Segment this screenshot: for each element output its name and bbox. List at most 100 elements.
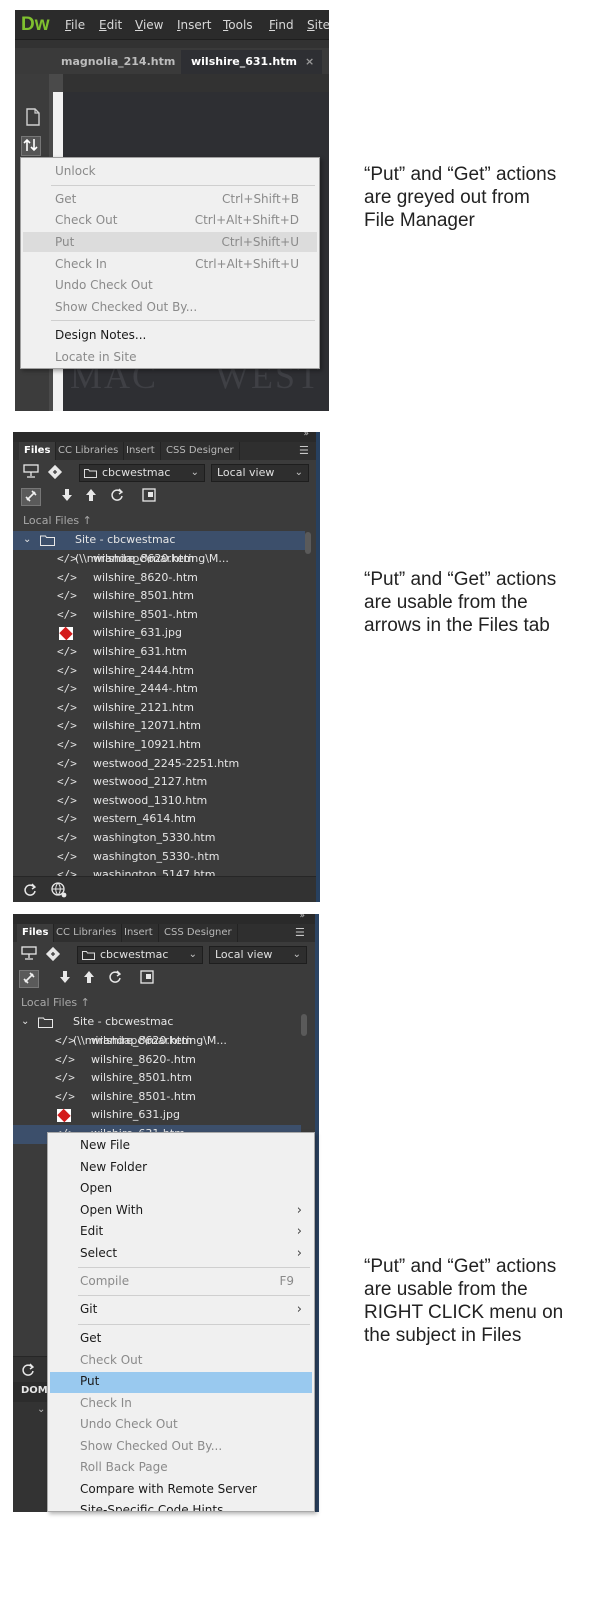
chevron-down-icon[interactable]: ⌄ bbox=[21, 1013, 29, 1032]
menu-show-checked-out-by[interactable]: Show Checked Out By... bbox=[80, 1436, 222, 1458]
menu-file[interactable]: File bbox=[65, 18, 85, 32]
menu-insert[interactable]: Insert bbox=[177, 18, 211, 32]
new-document-icon[interactable] bbox=[23, 108, 43, 128]
file-row[interactable]: </> wilshire_8620-.htm bbox=[13, 1051, 299, 1070]
site-root-row[interactable]: ⌄ Site - cbcwestmac (\\mirandapc\marketi… bbox=[13, 1013, 301, 1047]
menu-check-in[interactable]: Check In bbox=[55, 254, 107, 274]
connect-icon[interactable] bbox=[19, 970, 39, 988]
view-select[interactable]: Local view ⌄ bbox=[209, 946, 307, 964]
menu-compile[interactable]: Compile bbox=[80, 1271, 129, 1293]
menu-undo-check-out[interactable]: Undo Check Out bbox=[55, 275, 153, 295]
menu-design-notes[interactable]: Design Notes... bbox=[55, 325, 146, 345]
tab-insert[interactable]: Insert bbox=[119, 924, 159, 942]
git-icon[interactable] bbox=[45, 464, 65, 482]
menu-new-folder[interactable]: New Folder bbox=[80, 1157, 147, 1179]
menu-check-in[interactable]: Check In bbox=[80, 1393, 132, 1415]
file-row[interactable]: wilshire_631.jpg bbox=[13, 1106, 299, 1125]
panel-menu-icon[interactable]: ☰ bbox=[299, 444, 309, 457]
menu-get[interactable]: Get bbox=[80, 1328, 101, 1350]
file-row[interactable]: </> wilshire_12071.htm bbox=[13, 717, 303, 736]
tab-css-designer[interactable]: CSS Designer bbox=[161, 442, 240, 460]
close-icon[interactable]: × bbox=[305, 55, 314, 68]
expand-icon[interactable] bbox=[139, 488, 159, 506]
file-row[interactable]: </> wilshire_8620.htm bbox=[13, 1032, 299, 1051]
tab-insert[interactable]: Insert bbox=[121, 442, 161, 460]
get-arrow-icon[interactable] bbox=[57, 488, 77, 506]
menu-undo-check-out[interactable]: Undo Check Out bbox=[80, 1414, 178, 1436]
file-row[interactable]: wilshire_631.jpg bbox=[13, 624, 303, 643]
file-row[interactable]: </> westwood_2127.htm bbox=[13, 773, 303, 792]
refresh-icon[interactable] bbox=[21, 1363, 35, 1377]
chevron-down-icon[interactable]: ⌄ bbox=[37, 1404, 45, 1415]
local-files-header[interactable]: Local Files ↑ bbox=[21, 996, 90, 1009]
menu-unlock[interactable]: Unlock bbox=[55, 161, 96, 181]
file-row[interactable]: </> wilshire_8620.htm bbox=[13, 550, 303, 569]
menu-put[interactable]: Put bbox=[80, 1371, 99, 1393]
menu-site[interactable]: Site bbox=[307, 18, 329, 32]
tab-dom[interactable]: DOM bbox=[21, 1385, 48, 1396]
file-row[interactable]: </> wilshire_2121.htm bbox=[13, 699, 303, 718]
local-files-header[interactable]: Local Files ↑ bbox=[23, 514, 92, 527]
git-icon[interactable] bbox=[43, 946, 63, 964]
menu-compare-remote[interactable]: Compare with Remote Server bbox=[80, 1479, 257, 1501]
tab-files[interactable]: Files bbox=[17, 924, 55, 942]
file-row[interactable]: </> wilshire_8620-.htm bbox=[13, 569, 303, 588]
menu-show-checked-out-by[interactable]: Show Checked Out By... bbox=[55, 297, 197, 317]
file-row[interactable]: </> wilshire_2444-.htm bbox=[13, 680, 303, 699]
file-row[interactable]: </> wilshire_8501-.htm bbox=[13, 1088, 299, 1107]
refresh-icon[interactable] bbox=[23, 883, 37, 897]
file-row[interactable]: </> wilshire_8501-.htm bbox=[13, 606, 303, 625]
menu-select[interactable]: Select bbox=[80, 1243, 117, 1265]
refresh-icon[interactable] bbox=[107, 488, 127, 506]
site-select[interactable]: cbcwestmac ⌄ bbox=[79, 464, 205, 482]
manage-sites-icon[interactable] bbox=[19, 946, 39, 964]
put-arrow-icon[interactable] bbox=[79, 970, 99, 988]
collapse-icon[interactable]: » bbox=[299, 914, 305, 921]
get-arrow-icon[interactable] bbox=[55, 970, 75, 988]
menu-edit[interactable]: Edit bbox=[80, 1221, 103, 1243]
menu-locate-in-site[interactable]: Locate in Site bbox=[55, 347, 136, 367]
site-select[interactable]: cbcwestmac ⌄ bbox=[77, 946, 203, 964]
menu-get[interactable]: Get bbox=[55, 189, 76, 209]
globe-icon[interactable] bbox=[51, 882, 67, 898]
menu-roll-back-page[interactable]: Roll Back Page bbox=[80, 1457, 168, 1479]
chevron-down-icon[interactable]: ⌄ bbox=[23, 531, 31, 550]
put-arrow-icon[interactable] bbox=[81, 488, 101, 506]
connect-icon[interactable] bbox=[21, 488, 41, 506]
menu-check-out[interactable]: Check Out bbox=[55, 210, 117, 230]
menu-git[interactable]: Git bbox=[80, 1299, 97, 1321]
view-select[interactable]: Local view ⌄ bbox=[211, 464, 309, 482]
menu-check-out[interactable]: Check Out bbox=[80, 1350, 142, 1372]
file-row[interactable]: </> western_4614.htm bbox=[13, 810, 303, 829]
expand-icon[interactable] bbox=[137, 970, 157, 988]
manage-sites-icon[interactable] bbox=[21, 464, 41, 482]
menu-open[interactable]: Open bbox=[80, 1178, 112, 1200]
menu-tools[interactable]: Tools bbox=[223, 18, 253, 32]
file-row[interactable]: </> westwood_2245-2251.htm bbox=[13, 755, 303, 774]
panel-menu-icon[interactable]: ☰ bbox=[295, 926, 305, 939]
tab-wilshire[interactable]: wilshire_631.htm × bbox=[181, 50, 323, 74]
collapse-icon[interactable]: » bbox=[303, 432, 309, 439]
file-row[interactable]: </> wilshire_2444.htm bbox=[13, 662, 303, 681]
tab-files[interactable]: Files bbox=[19, 442, 57, 460]
file-row[interactable]: </> washington_5330.htm bbox=[13, 829, 303, 848]
site-root-row[interactable]: ⌄ Site - cbcwestmac (\\mirandapc\marketi… bbox=[13, 531, 305, 565]
file-row[interactable]: </> wilshire_631.htm bbox=[13, 643, 303, 662]
menu-view[interactable]: View bbox=[135, 18, 163, 32]
tab-magnolia[interactable]: magnolia_214.htm× bbox=[51, 50, 201, 74]
tab-cc-libraries[interactable]: CC Libraries bbox=[51, 924, 123, 942]
refresh-icon[interactable] bbox=[105, 970, 125, 988]
scrollbar-thumb[interactable] bbox=[305, 532, 311, 554]
file-row[interactable]: </> wilshire_8501.htm bbox=[13, 587, 303, 606]
menu-find[interactable]: Find bbox=[269, 18, 294, 32]
menu-site-specific-hints[interactable]: Site-Specific Code Hints bbox=[80, 1500, 223, 1511]
menu-new-file[interactable]: New File bbox=[80, 1135, 130, 1157]
file-row[interactable]: </> wilshire_10921.htm bbox=[13, 736, 303, 755]
menu-edit[interactable]: Edit bbox=[99, 18, 122, 32]
file-row[interactable]: </> westwood_1310.htm bbox=[13, 792, 303, 811]
tab-cc-libraries[interactable]: CC Libraries bbox=[53, 442, 125, 460]
menu-put[interactable]: Put bbox=[55, 232, 74, 252]
file-row[interactable]: </> wilshire_8501.htm bbox=[13, 1069, 299, 1088]
tab-css-designer[interactable]: CSS Designer bbox=[159, 924, 238, 942]
file-row[interactable]: </> washington_5330-.htm bbox=[13, 848, 303, 867]
